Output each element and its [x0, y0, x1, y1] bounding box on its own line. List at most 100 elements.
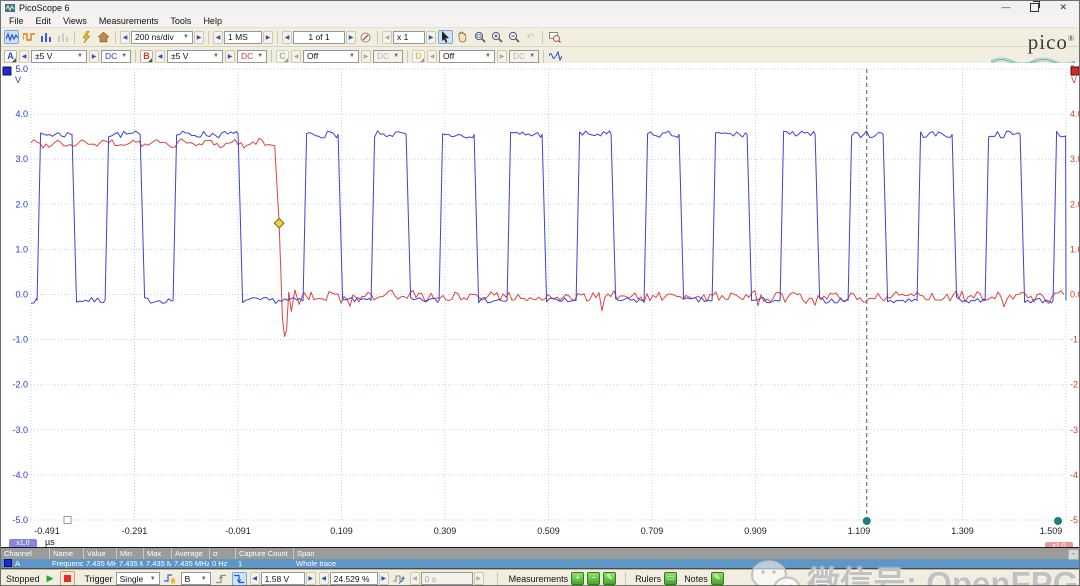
probe-wizard-button[interactable] — [79, 30, 94, 44]
channel-d-badge[interactable]: D — [412, 50, 425, 63]
channel-a-range-next[interactable]: ▶ — [89, 50, 99, 63]
header-channel: Channel — [1, 548, 49, 559]
pre-trigger-down-button[interactable]: ◀ — [319, 572, 329, 585]
channel-d-range-prev[interactable]: ◀ — [427, 50, 437, 63]
add-measurement-button[interactable]: + — [571, 572, 584, 585]
channel-b-range-select[interactable]: ±5 V▼ — [167, 50, 223, 63]
signal-generator-button[interactable] — [548, 49, 563, 63]
notes-button[interactable]: ✎ — [711, 572, 724, 585]
channel-a-range-prev[interactable]: ◀ — [19, 50, 29, 63]
samples-input[interactable]: 1 MS — [224, 31, 262, 44]
trigger-level-down-button[interactable]: ◀ — [250, 572, 260, 585]
channel-c-range-prev[interactable]: ◀ — [291, 50, 301, 63]
svg-text:-5.0: -5.0 — [1070, 515, 1080, 525]
segment-prev-button[interactable]: ◀ — [282, 31, 292, 44]
persistence-view-button[interactable] — [21, 30, 36, 44]
header-span: Span — [293, 548, 1080, 559]
chevron-down-icon: ▼ — [485, 53, 491, 59]
channel-c-range-next[interactable]: ▶ — [361, 50, 371, 63]
header-σ: σ — [209, 548, 235, 559]
time-ruler-handle[interactable] — [863, 517, 871, 525]
start-button[interactable]: ▶ — [47, 573, 54, 584]
timebase-select[interactable]: 200 ns/div▼ — [131, 31, 193, 44]
rulers-button[interactable]: ▭ — [664, 572, 677, 585]
auto-setup-button[interactable] — [392, 572, 407, 586]
channel-a-range-select[interactable]: ±5 V▼ — [31, 50, 87, 63]
minimize-icon[interactable]: — — [1001, 3, 1010, 12]
delete-measurement-button[interactable]: − — [587, 572, 600, 585]
channel-b-range-next[interactable]: ▶ — [225, 50, 235, 63]
menu-item-tools[interactable]: Tools — [164, 16, 197, 26]
trigger-label: Trigger — [84, 574, 112, 584]
pointer-tool-button[interactable] — [438, 30, 453, 44]
svg-text:-0.491: -0.491 — [34, 526, 60, 536]
channel-d-range-next[interactable]: ▶ — [497, 50, 507, 63]
channel-a-coupling-select[interactable]: DC▼ — [101, 50, 131, 63]
channel-b-badge[interactable]: B — [140, 50, 153, 63]
channel-c-controls: C◀Off▼▶DC▼ — [276, 50, 410, 63]
trigger-source-select[interactable]: B▼ — [181, 572, 211, 585]
scope-display[interactable]: 5.04.03.02.01.00.0-1.0-2.0-3.0-4.0-5.0V5… — [1, 63, 1080, 547]
samples-next-button[interactable]: ▶ — [263, 31, 273, 44]
ruler-handle-right[interactable] — [1054, 517, 1062, 525]
channel-c-badge[interactable]: C — [276, 50, 289, 63]
restore-icon[interactable] — [1030, 3, 1039, 12]
trigger-mode-select[interactable]: Single▼ — [116, 572, 160, 585]
home-button[interactable] — [96, 30, 111, 44]
channel-c-coupling-select: DC▼ — [373, 50, 403, 63]
edit-measurement-button[interactable]: ✎ — [603, 572, 616, 585]
svg-text:1.109: 1.109 — [848, 526, 871, 536]
scope-view-button[interactable] — [4, 30, 19, 44]
table-collapse-button[interactable]: - — [1068, 549, 1079, 560]
zoom-overview-button[interactable] — [547, 30, 562, 44]
svg-text:-4.0: -4.0 — [12, 470, 28, 480]
trigger-level-up-button[interactable]: ▶ — [306, 572, 316, 585]
samples-prev-button[interactable]: ◀ — [213, 31, 223, 44]
chevron-down-icon: ▼ — [257, 53, 263, 59]
zoom-in-step-button[interactable]: ▶ — [426, 31, 436, 44]
zoom-factor-input[interactable]: x 1 — [393, 31, 425, 44]
trigger-marker[interactable] — [274, 218, 284, 228]
pre-trigger-up-button[interactable]: ▶ — [379, 572, 389, 585]
channel-d-range-select[interactable]: Off▼ — [439, 50, 495, 63]
menu-item-file[interactable]: File — [3, 16, 30, 26]
cell-value: 7.435 MHz — [83, 559, 116, 568]
channel-c-range-select[interactable]: Off▼ — [303, 50, 359, 63]
menu-item-edit[interactable]: Edit — [30, 16, 58, 26]
zoom-marquee-tool-button[interactable] — [472, 30, 487, 44]
svg-text:-5.0: -5.0 — [12, 515, 28, 525]
cell-min: 7.435 M... — [116, 559, 143, 568]
channel-b-axis-indicator[interactable] — [1071, 67, 1079, 75]
chevron-down-icon: ▼ — [150, 576, 156, 582]
cell-channel: A — [1, 559, 49, 568]
zoom-in-tool-button[interactable] — [489, 30, 504, 44]
ruler-handle-parked[interactable] — [64, 517, 71, 524]
menu-item-help[interactable]: Help — [197, 16, 228, 26]
channel-a-badge[interactable]: A — [4, 50, 17, 63]
stop-button[interactable] — [60, 571, 75, 586]
spectrum-view-button[interactable] — [38, 30, 53, 44]
segment-input[interactable]: 1 of 1 — [293, 31, 345, 44]
close-icon[interactable]: ✕ — [1059, 3, 1067, 12]
measurement-row[interactable]: AFrequency7.435 MHz7.435 M...7.435 MHz7.… — [1, 559, 1080, 569]
channel-b-coupling-select[interactable]: DC▼ — [237, 50, 267, 63]
svg-text:-0.291: -0.291 — [122, 526, 148, 536]
trigger-level-input[interactable]: 1.58 V — [261, 572, 305, 585]
rising-edge-button[interactable] — [214, 572, 229, 586]
menu-item-measurements[interactable]: Measurements — [93, 16, 165, 26]
menu-item-views[interactable]: Views — [57, 16, 93, 26]
zoom-out-step-button[interactable]: ◀ — [382, 31, 392, 44]
channel-b-range-prev[interactable]: ◀ — [155, 50, 165, 63]
falling-edge-button[interactable] — [232, 572, 247, 586]
timebase-prev-button[interactable]: ◀ — [120, 31, 130, 44]
pre-trigger-input[interactable]: 24.529 % — [330, 572, 378, 585]
advanced-trigger-button[interactable] — [163, 572, 178, 586]
pan-tool-button[interactable] — [455, 30, 470, 44]
goto-segment-button[interactable] — [358, 30, 373, 44]
zoom-out-tool-button[interactable] — [506, 30, 521, 44]
channel-a-axis-indicator[interactable] — [3, 67, 11, 75]
timebase-next-button[interactable]: ▶ — [194, 31, 204, 44]
svg-text:-4.0: -4.0 — [1070, 470, 1080, 480]
app-icon — [5, 3, 15, 13]
segment-next-button[interactable]: ▶ — [346, 31, 356, 44]
